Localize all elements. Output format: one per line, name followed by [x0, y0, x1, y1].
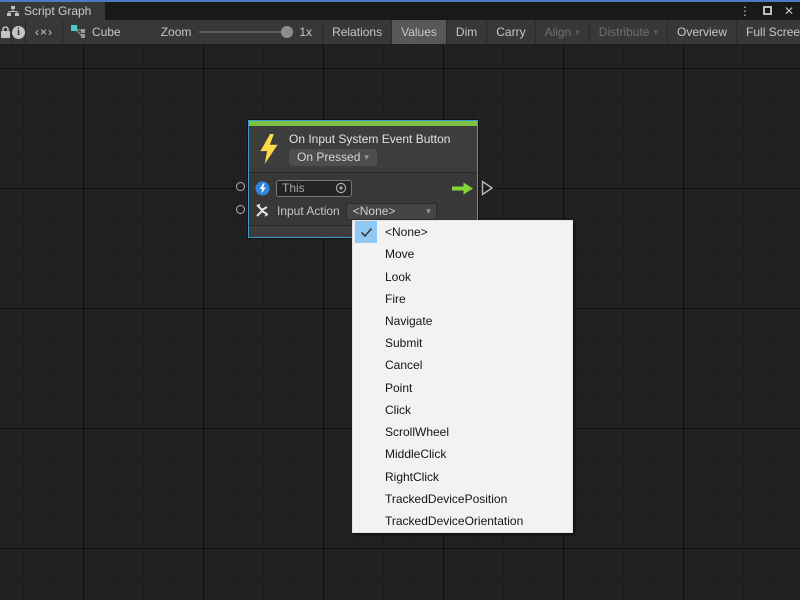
toolbar-button-dim[interactable]: Dim — [447, 20, 486, 44]
graph-toolbar: i ‹×› Cube Zoom 1x Relations Values Dim … — [0, 20, 800, 45]
hierarchy-icon — [7, 6, 19, 17]
toolbar-button-relations[interactable]: Relations — [323, 20, 391, 44]
blue-bolt-circle-icon — [255, 181, 270, 196]
toolbar-button-values[interactable]: Values — [392, 20, 446, 44]
this-input-port[interactable] — [236, 182, 245, 191]
chevron-down-icon: ▾ — [575, 27, 580, 38]
info-icon: i — [12, 26, 25, 39]
node-body: This Input Action <None> ▾ — [249, 173, 477, 225]
this-port-row: This — [255, 178, 477, 198]
zoom-label: Zoom — [161, 25, 192, 39]
check-icon — [355, 221, 377, 243]
menu-item-rightclick[interactable]: RightClick — [353, 465, 572, 487]
graph-asset-name: Cube — [92, 25, 121, 39]
window-menu-icon[interactable]: ⋮ — [738, 2, 752, 20]
toolbar-button-fullscreen[interactable]: Full Screen — [737, 20, 800, 44]
target-picker-icon[interactable] — [335, 182, 347, 194]
cross-arrows-icon — [253, 202, 272, 220]
menu-item-cancel[interactable]: Cancel — [353, 354, 572, 376]
code-icon: ‹×› — [35, 25, 53, 39]
chevron-down-icon: ▾ — [364, 152, 369, 163]
node-title: On Input System Event Button — [289, 132, 450, 146]
node-header[interactable]: On Input System Event Button On Pressed … — [249, 126, 477, 172]
menu-item-scrollwheel[interactable]: ScrollWheel — [353, 421, 572, 443]
lock-icon — [0, 26, 11, 39]
input-action-menu: <None> Move Look Fire Navigate Submit Ca… — [352, 220, 573, 533]
inspect-button[interactable]: i — [12, 20, 25, 44]
toolbar-button-distribute[interactable]: Distribute▾ — [590, 20, 667, 44]
menu-item-trackeddeviceposition[interactable]: TrackedDevicePosition — [353, 488, 572, 510]
tab-bar: Script Graph — [0, 2, 800, 20]
tab-script-graph[interactable]: Script Graph — [0, 2, 105, 20]
event-type-dropdown[interactable]: On Pressed ▾ — [289, 149, 377, 166]
chevron-down-icon: ▾ — [426, 206, 431, 217]
input-action-port-row: Input Action <None> ▾ — [255, 201, 477, 221]
input-action-dropdown[interactable]: <None> ▾ — [346, 203, 437, 220]
toolbar-button-carry[interactable]: Carry — [487, 20, 534, 44]
code-preview-button[interactable]: ‹×› — [26, 20, 62, 44]
menu-item-submit[interactable]: Submit — [353, 332, 572, 354]
triangle-port-icon[interactable] — [481, 180, 494, 201]
menu-item-look[interactable]: Look — [353, 265, 572, 287]
zoom-value: 1x — [299, 25, 312, 39]
input-action-input-port[interactable] — [236, 205, 245, 214]
menu-item-point[interactable]: Point — [353, 377, 572, 399]
maximize-icon[interactable] — [760, 2, 774, 20]
zoom-slider[interactable] — [199, 31, 287, 33]
node-graph-icon — [71, 25, 86, 39]
menu-item-navigate[interactable]: Navigate — [353, 310, 572, 332]
close-icon[interactable]: ✕ — [782, 2, 796, 20]
graph-asset-crumb[interactable]: Cube — [63, 20, 131, 44]
input-action-label: Input Action — [277, 204, 340, 218]
lock-button[interactable] — [0, 20, 11, 44]
toolbar-button-overview[interactable]: Overview — [668, 20, 736, 44]
chevron-down-icon: ▾ — [653, 27, 658, 38]
menu-item-fire[interactable]: Fire — [353, 288, 572, 310]
zoom-slider-knob[interactable] — [281, 26, 293, 38]
this-object-field[interactable]: This — [276, 180, 352, 197]
menu-item-trackeddeviceorientation[interactable]: TrackedDeviceOrientation — [353, 510, 572, 532]
green-arrow-icon — [452, 182, 473, 195]
menu-item-middleclick[interactable]: MiddleClick — [353, 443, 572, 465]
lightning-bolt-icon — [258, 134, 280, 164]
toolbar-button-align[interactable]: Align▾ — [536, 20, 589, 44]
menu-item-none[interactable]: <None> — [353, 221, 572, 243]
menu-item-move[interactable]: Move — [353, 243, 572, 265]
tab-title: Script Graph — [24, 4, 91, 18]
menu-item-click[interactable]: Click — [353, 399, 572, 421]
